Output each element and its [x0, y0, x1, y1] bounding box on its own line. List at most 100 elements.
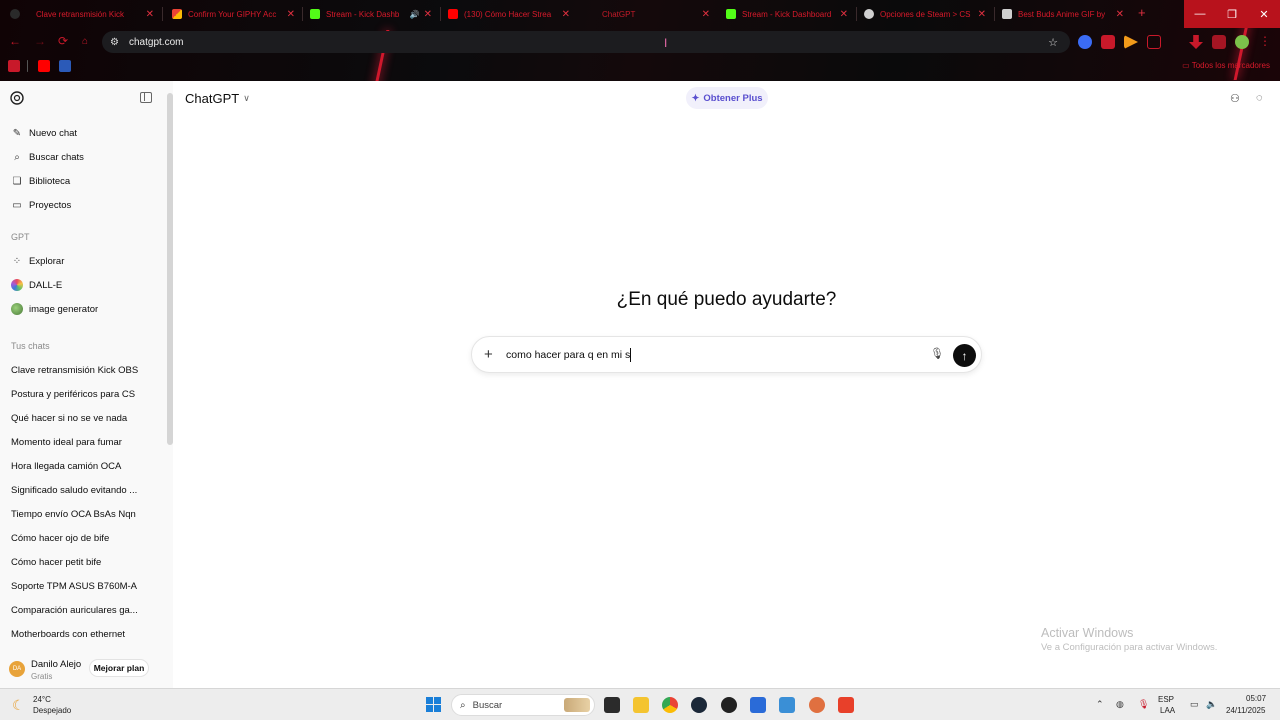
chat-item[interactable]: Postura y periféricos para CS — [11, 389, 135, 400]
network-app-icon[interactable]: ◍ — [1116, 699, 1124, 710]
chat-item[interactable]: Cómo hacer petit bife — [11, 557, 101, 568]
new-tab-button[interactable]: + — [1138, 5, 1146, 20]
close-window-button[interactable]: ✕ — [1248, 0, 1280, 28]
tab-separator — [856, 7, 857, 21]
watermark-subtitle: Ve a Configuración para activar Windows. — [1041, 642, 1218, 653]
temporary-chat-icon[interactable]: ◌ — [1256, 92, 1263, 104]
nav-search-chats[interactable]: ⌕ Buscar chats — [4, 146, 164, 168]
chat-item[interactable]: Clave retransmisión Kick OBS — [11, 365, 138, 376]
language-code[interactable]: ESP — [1158, 695, 1174, 704]
close-icon[interactable]: ✕ — [287, 9, 295, 20]
translate-extension-icon[interactable] — [1078, 35, 1092, 49]
chat-item[interactable]: Cómo hacer ojo de bife — [11, 533, 109, 544]
search-icon: ⌕ — [14, 151, 20, 163]
task-view-icon[interactable] — [604, 697, 620, 713]
minimize-button[interactable]: — — [1184, 0, 1216, 28]
taskbar-search[interactable]: ⌕ Buscar — [451, 694, 595, 716]
tab-6[interactable]: Stream - Kick Dashboard ✕ — [720, 2, 854, 26]
maximize-button[interactable]: ❐ — [1216, 0, 1248, 28]
chat-item[interactable]: Tiempo envío OCA BsAs Nqn — [11, 509, 136, 520]
obs-icon[interactable] — [721, 697, 737, 713]
sidepanel-icon[interactable] — [1212, 35, 1226, 49]
bookmark-star-icon[interactable]: ☆ — [1048, 36, 1058, 49]
chatgpt-logo-icon[interactable] — [9, 90, 25, 106]
screen-app-icon[interactable] — [779, 697, 795, 713]
nav-library[interactable]: ❏ Biblioteca — [4, 170, 164, 192]
tab-2[interactable]: Confirm Your GIPHY Acc ✕ — [166, 2, 301, 26]
close-icon[interactable]: ✕ — [702, 9, 710, 20]
address-bar[interactable]: ⚙ chatgpt.com ☆ — [102, 31, 1070, 53]
microphone-icon[interactable]: 🎙 — [930, 347, 944, 360]
all-bookmarks-button[interactable]: Todos los marcadores — [1182, 61, 1270, 70]
keyboard-layout[interactable]: LAA — [1160, 706, 1175, 715]
chat-item[interactable]: Soporte TPM ASUS B760M-A — [11, 581, 137, 592]
back-button[interactable]: ← — [9, 34, 21, 48]
gpt-explore[interactable]: ⁘ Explorar — [4, 250, 164, 272]
monitor-icon[interactable]: ▭ — [1190, 699, 1199, 710]
windows-logo-icon — [426, 697, 433, 704]
model-selector[interactable]: ChatGPT ∨ — [185, 91, 250, 106]
close-icon[interactable]: ✕ — [1116, 9, 1124, 20]
grid-icon: ⁘ — [12, 255, 22, 267]
chat-item[interactable]: Significado saludo evitando ... — [11, 485, 137, 496]
downloads-icon[interactable] — [1189, 35, 1203, 49]
user-panel[interactable]: DA Danilo Alejo Gratis Mejorar plan — [0, 655, 173, 688]
menu-kebab-icon[interactable]: ⋮ — [1258, 35, 1272, 49]
chat-item[interactable]: Qué hacer si no se ve nada — [11, 413, 127, 424]
chrome-icon[interactable] — [662, 697, 678, 713]
share-user-icon[interactable]: ⚇ — [1230, 92, 1240, 105]
volume-icon[interactable]: 🔈 — [1206, 699, 1217, 710]
close-icon[interactable]: ✕ — [424, 9, 432, 20]
word-bookmark-icon[interactable] — [59, 60, 71, 72]
chat-item[interactable]: Hora llegada camión OCA — [11, 461, 121, 472]
profile-avatar[interactable] — [1235, 35, 1249, 49]
extensions-puzzle-icon[interactable] — [1147, 35, 1161, 49]
close-icon[interactable]: ✕ — [978, 9, 986, 20]
clock-time[interactable]: 05:07 — [1246, 694, 1266, 703]
chat-item[interactable]: Motherboards con ethernet — [11, 629, 125, 640]
play-extension-icon[interactable] — [1124, 35, 1138, 49]
send-button[interactable]: ↑ — [953, 344, 976, 367]
add-attachment-icon[interactable]: + — [484, 346, 493, 363]
close-icon[interactable]: ✕ — [840, 9, 848, 20]
upgrade-plan-button[interactable]: Mejorar plan — [89, 659, 149, 677]
youtube-bookmark-icon[interactable] — [38, 60, 50, 72]
gpt-image-generator[interactable]: image generator — [4, 298, 164, 320]
steam-icon[interactable] — [691, 697, 707, 713]
tab-menu-button[interactable] — [4, 2, 26, 26]
tab-3[interactable]: Stream - Kick Dashb 🔊 ✕ — [304, 2, 438, 26]
mic-tray-icon[interactable]: 🎙 — [1138, 699, 1149, 710]
get-plus-button[interactable]: ✦ Obtener Plus — [686, 87, 768, 109]
nav-projects[interactable]: ▭ Proyectos — [4, 194, 164, 216]
site-settings-icon[interactable]: ⚙ — [110, 37, 124, 48]
tab-7[interactable]: Opciones de Steam > CS ✕ — [858, 2, 992, 26]
gpt-dalle[interactable]: DALL-E — [4, 274, 164, 296]
microphone-app-icon[interactable] — [809, 697, 825, 713]
brave-icon[interactable] — [838, 697, 854, 713]
tp-extension-icon[interactable] — [1101, 35, 1115, 49]
chevron-down-icon: ∨ — [243, 93, 250, 103]
chat-item[interactable]: Comparación auriculares ga... — [11, 605, 138, 616]
nav-new-chat[interactable]: ✎ Nuevo chat — [4, 122, 164, 144]
start-button[interactable] — [426, 697, 441, 712]
apps-grid-icon[interactable] — [8, 60, 20, 72]
app-icon[interactable] — [750, 697, 766, 713]
file-explorer-icon[interactable] — [633, 697, 649, 713]
tab-8[interactable]: Best Buds Anime GIF by ✕ — [996, 2, 1130, 26]
tab-5-active[interactable]: ChatGPT ✕ — [580, 2, 716, 26]
home-button[interactable]: ⌂ — [82, 36, 88, 47]
chevron-up-icon[interactable]: ⌃ — [1096, 699, 1104, 710]
clock-date[interactable]: 24/11/2025 — [1226, 706, 1265, 715]
close-icon[interactable]: ✕ — [562, 9, 570, 20]
forward-button[interactable]: → — [34, 34, 46, 48]
speaker-icon[interactable]: 🔊 — [410, 10, 420, 19]
sidebar-toggle-icon[interactable] — [140, 92, 152, 103]
reload-button[interactable]: ⟳ — [58, 34, 68, 48]
url-text: chatgpt.com — [129, 36, 184, 48]
chat-item[interactable]: Momento ideal para fumar — [11, 437, 122, 448]
user-plan: Gratis — [31, 672, 53, 681]
tab-4[interactable]: (130) Cómo Hacer Strea ✕ — [442, 2, 576, 26]
close-icon[interactable]: ✕ — [146, 9, 154, 20]
tab-1[interactable]: Clave retransmisión Kick ✕ — [30, 2, 160, 26]
prompt-input[interactable] — [506, 349, 886, 361]
